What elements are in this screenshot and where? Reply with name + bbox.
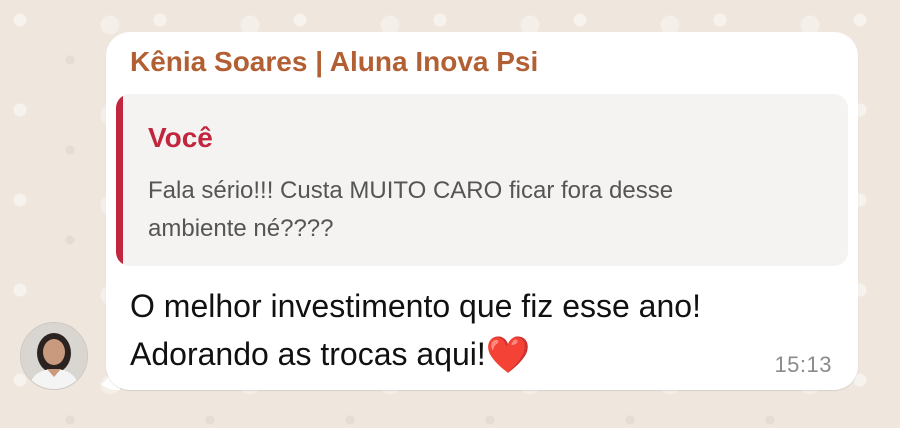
quoted-message[interactable]: Você Fala sério!!! Custa MUITO CARO fica… — [116, 94, 848, 266]
quote-accent-bar — [116, 94, 123, 266]
message-text: O melhor investimento que fiz esse ano! … — [130, 282, 790, 378]
sender-name[interactable]: Kênia Soares | Aluna Inova Psi — [130, 46, 538, 78]
avatar-photo-icon — [21, 323, 87, 389]
message-bubble[interactable]: Kênia Soares | Aluna Inova Psi Você Fala… — [106, 32, 858, 390]
message-line-2-text: Adorando as trocas aqui! — [130, 336, 486, 372]
message-line-2: Adorando as trocas aqui!❤️ — [130, 330, 790, 378]
quoted-text: Fala sério!!! Custa MUITO CARO ficar for… — [148, 177, 674, 242]
red-heart-icon: ❤️ — [485, 334, 531, 375]
message-timestamp: 15:13 — [774, 352, 832, 377]
quoted-author: Você — [148, 122, 213, 153]
sender-avatar[interactable] — [20, 322, 88, 390]
message-line-1: O melhor investimento que fiz esse ano! — [130, 288, 701, 324]
